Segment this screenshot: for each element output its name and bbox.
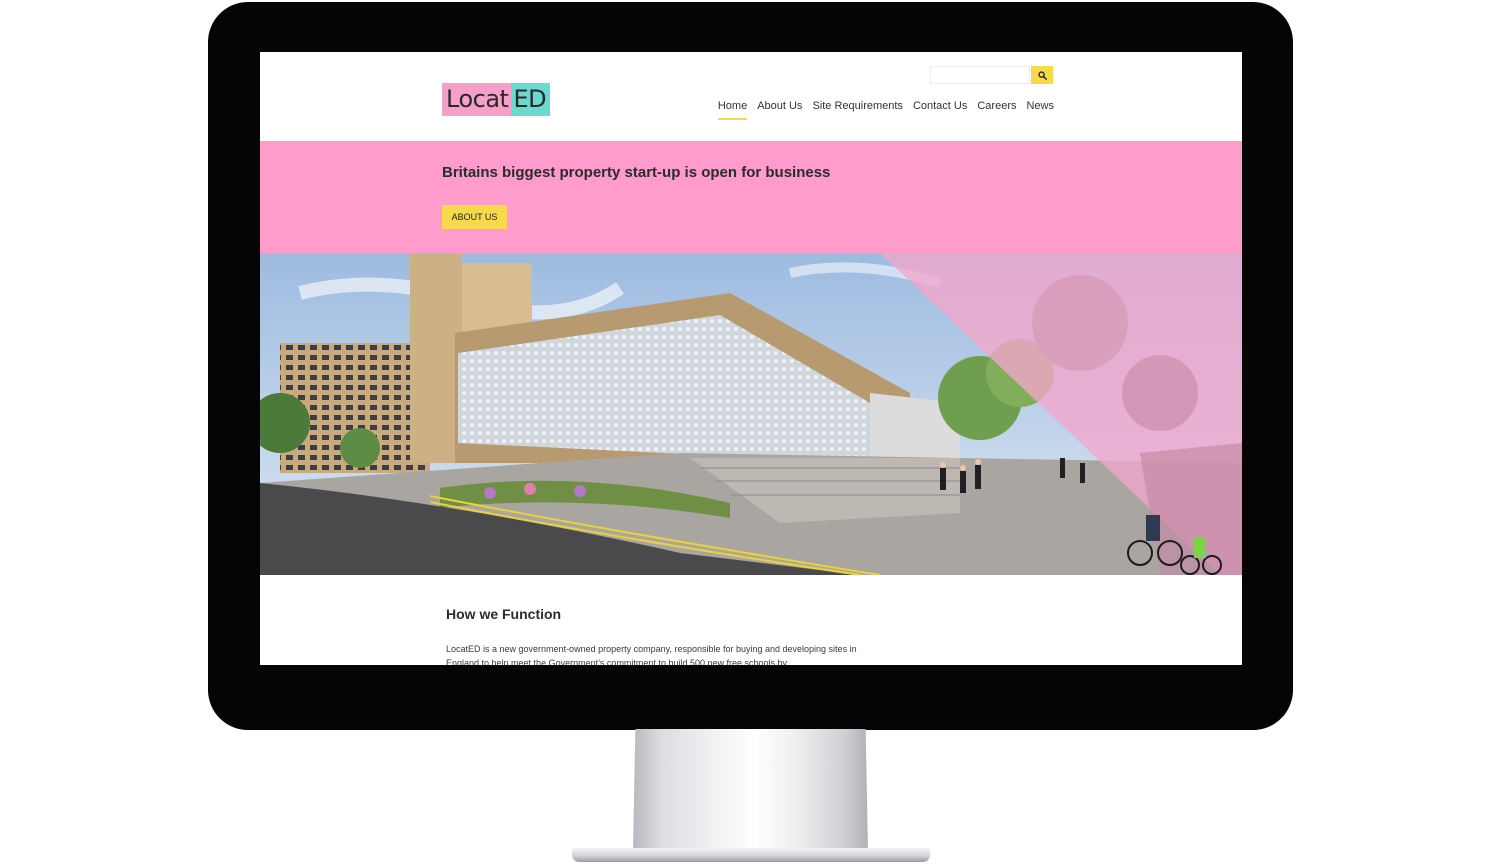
hero-image	[260, 253, 1242, 575]
nav-item-home[interactable]: Home	[717, 100, 748, 120]
monitor-stand	[633, 729, 868, 851]
hero-banner: Britains biggest property start-up is op…	[260, 141, 1242, 253]
logo-text-ed: ED	[511, 83, 551, 116]
monitor-stand-base	[572, 848, 930, 862]
section-heading: How we Function	[446, 606, 562, 622]
content-section: How we Function LocatED is a new governm…	[260, 575, 1242, 665]
nav-item-news[interactable]: News	[1026, 100, 1054, 120]
search-icon	[1037, 70, 1047, 80]
logo-text-locat: Locat	[442, 83, 512, 116]
site-header: Locat ED Home About Us Site Requirements…	[260, 52, 1242, 141]
nav-item-site-requirements[interactable]: Site Requirements	[812, 100, 903, 120]
nav-item-about-us[interactable]: About Us	[757, 100, 802, 120]
nav-item-contact-us[interactable]: Contact Us	[913, 100, 967, 120]
nav-item-careers[interactable]: Careers	[977, 100, 1016, 120]
site-logo[interactable]: Locat ED	[442, 83, 551, 116]
search-input[interactable]	[930, 66, 1030, 84]
main-nav: Home About Us Site Requirements Contact …	[717, 100, 1054, 120]
about-us-button[interactable]: ABOUT US	[442, 205, 507, 229]
search-button[interactable]	[1031, 66, 1053, 84]
hero-tagline: Britains biggest property start-up is op…	[442, 164, 831, 181]
school-building-illustration	[260, 253, 1242, 575]
website-screen: Locat ED Home About Us Site Requirements…	[260, 52, 1242, 665]
section-body: LocatED is a new government-owned proper…	[446, 644, 857, 665]
